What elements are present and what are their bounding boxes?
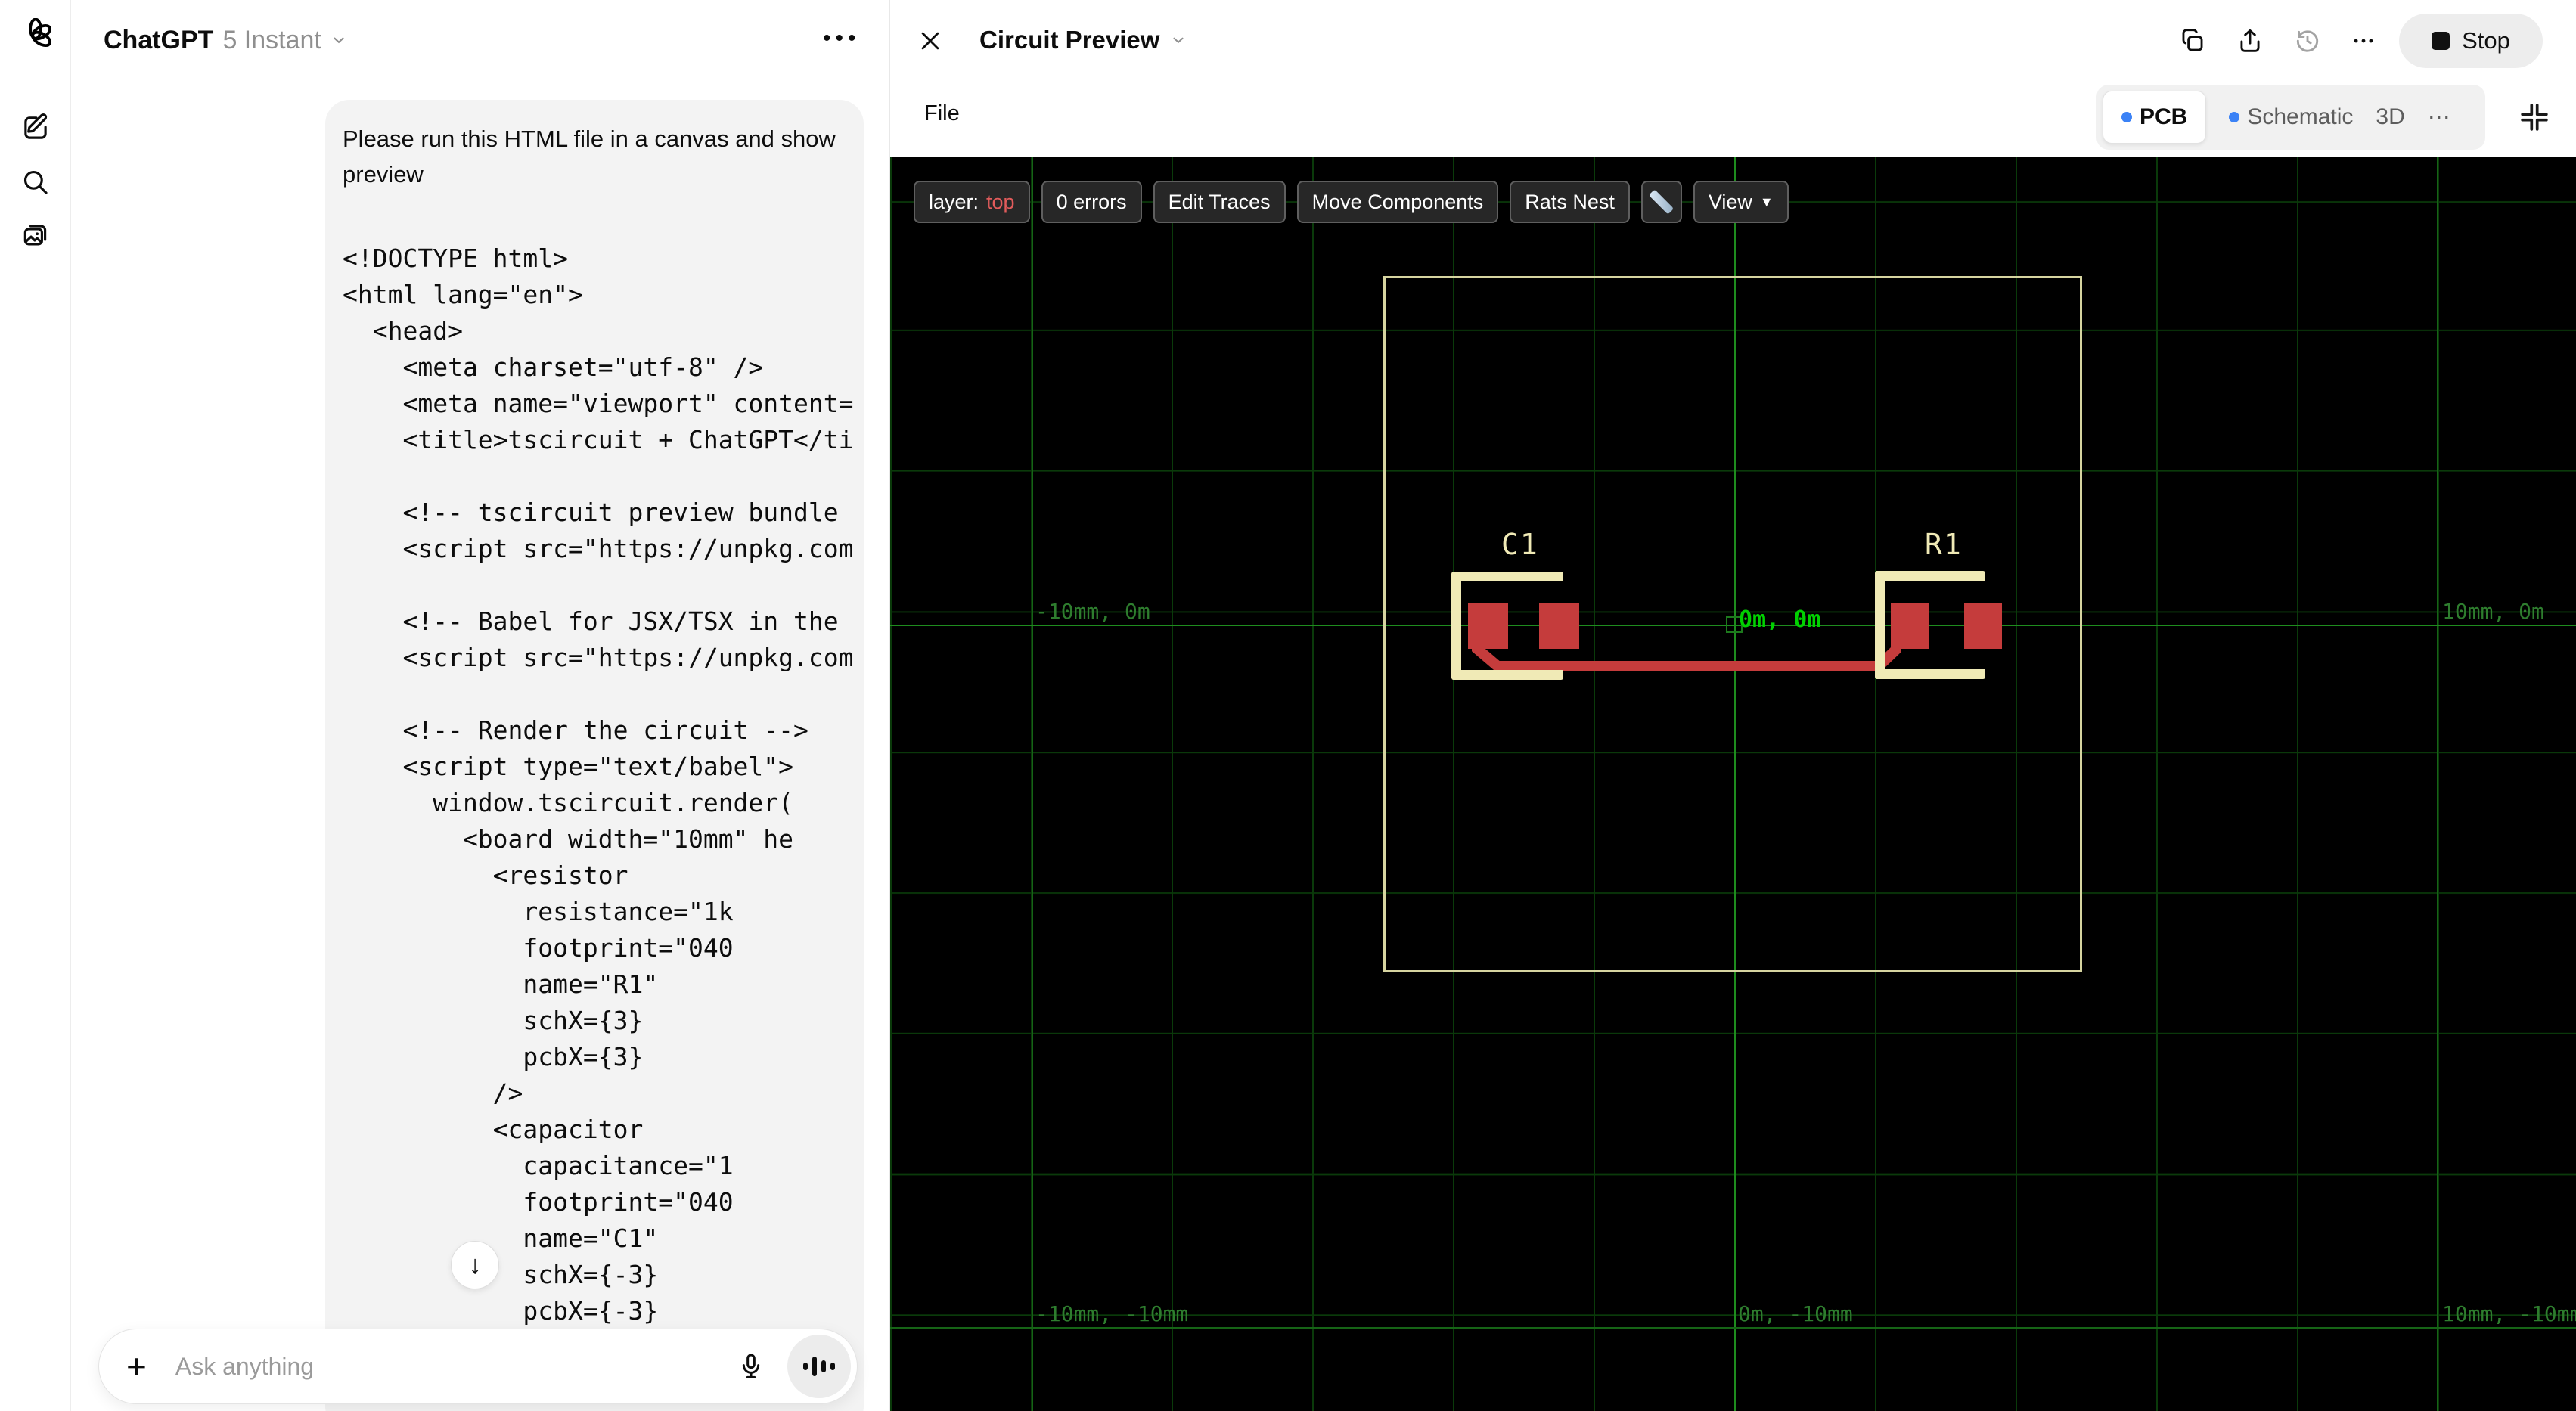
pad-r1-2[interactable] <box>1964 603 2002 649</box>
rats-nest-button[interactable]: Rats Nest <box>1510 181 1630 223</box>
edit-traces-button[interactable]: Edit Traces <box>1153 181 1286 223</box>
layer-value: top <box>986 190 1015 213</box>
pencil-icon <box>1649 189 1674 215</box>
openai-logo <box>17 17 54 54</box>
user-message-bubble: Please run this HTML file in a canvas an… <box>325 100 864 1411</box>
history-icon[interactable] <box>2293 26 2322 55</box>
chevron-down-icon <box>1173 37 1184 44</box>
voice-mode-button[interactable] <box>787 1335 851 1398</box>
coord-label-mid-right: 10mm, 0m <box>2442 599 2544 624</box>
refdes-c1: C1 <box>1501 528 1539 561</box>
caret-down-icon: ▼ <box>1759 194 1774 209</box>
pcb-trace <box>1472 634 1901 671</box>
coord-label-mid-left: -10mm, 0m <box>1035 599 1150 624</box>
waveform-icon <box>803 1363 808 1370</box>
tab-schematic[interactable]: Schematic <box>2229 104 2353 130</box>
move-components-button[interactable]: Move Components <box>1296 181 1499 223</box>
share-icon[interactable] <box>2236 26 2264 55</box>
pcb-status-dot <box>2121 112 2132 122</box>
chat-composer[interactable]: + Ask anything <box>98 1329 858 1404</box>
attach-plus-icon[interactable]: + <box>126 1349 147 1384</box>
schematic-status-dot <box>2229 112 2240 122</box>
copy-icon[interactable] <box>2178 26 2207 55</box>
chat-input[interactable]: Ask anything <box>175 1353 734 1381</box>
view-tabs: PCB Schematic 3D ⋯ <box>2096 85 2485 150</box>
stop-button[interactable]: Stop <box>2399 14 2543 68</box>
canvas-title[interactable]: Circuit Preview <box>979 23 1187 57</box>
library-icon[interactable] <box>20 219 51 251</box>
coord-label-bottom-left: -10mm, -10mm <box>1035 1301 1189 1326</box>
chat-model: 5 Instant <box>222 25 321 54</box>
user-code-block: <!DOCTYPE html> <html lang="en"> <head> … <box>343 243 854 1362</box>
down-arrow-icon: ↓ <box>468 1250 482 1279</box>
errors-button[interactable]: 0 errors <box>1041 181 1142 223</box>
chat-brand: ChatGPT <box>104 25 214 54</box>
new-chat-icon[interactable] <box>20 112 51 144</box>
pencil-tool-button[interactable] <box>1640 181 1682 223</box>
search-icon[interactable] <box>20 166 51 198</box>
coord-label-bottom-right: 10mm, -10mm <box>2442 1301 2576 1326</box>
refdes-r1: R1 <box>1925 528 1963 561</box>
user-message-text: Please run this HTML file in a canvas an… <box>343 126 836 188</box>
pcb-canvas[interactable]: C1 R1 0m, 0m -10mm, 0m 10mm, 0m -10mm, -… <box>890 157 2576 1411</box>
chevron-down-icon <box>334 37 344 44</box>
tab-3d[interactable]: 3D <box>2376 104 2404 130</box>
view-dropdown-button[interactable]: View ▼ <box>1693 181 1789 223</box>
pcb-toolbar: layer: top 0 errors Edit Traces Move Com… <box>914 181 1789 223</box>
coord-label-origin: 0m, 0m <box>1739 606 1821 633</box>
dictate-mic-icon[interactable] <box>734 1350 768 1383</box>
more-options-icon[interactable] <box>2351 28 2376 54</box>
coord-label-bottom-center: 0m, -10mm <box>1738 1301 1853 1326</box>
pad-c1-2[interactable] <box>1539 603 1579 649</box>
chat-model-switcher[interactable]: ChatGPT 5 Instant <box>104 23 347 57</box>
sidebar <box>0 0 71 1411</box>
scroll-to-bottom-button[interactable]: ↓ <box>451 1241 499 1289</box>
close-canvas-icon[interactable] <box>915 26 945 56</box>
tab-more-icon[interactable]: ⋯ <box>2428 104 2450 131</box>
collapse-panel-icon[interactable] <box>2517 100 2552 135</box>
canvas-title-text: Circuit Preview <box>979 26 1160 54</box>
tab-pcb[interactable]: PCB <box>2103 91 2207 144</box>
pad-r1-1[interactable] <box>1891 603 1929 649</box>
pad-c1-1[interactable] <box>1468 603 1508 649</box>
file-menu[interactable]: File <box>924 101 960 126</box>
layer-button[interactable]: layer: top <box>914 181 1030 223</box>
app-window: ChatGPT 5 Instant ••• Please run this HT… <box>0 0 2576 1411</box>
canvas-actions <box>2178 18 2376 64</box>
stop-square-icon <box>2432 32 2450 50</box>
chat-options-icon[interactable]: ••• <box>823 26 861 51</box>
